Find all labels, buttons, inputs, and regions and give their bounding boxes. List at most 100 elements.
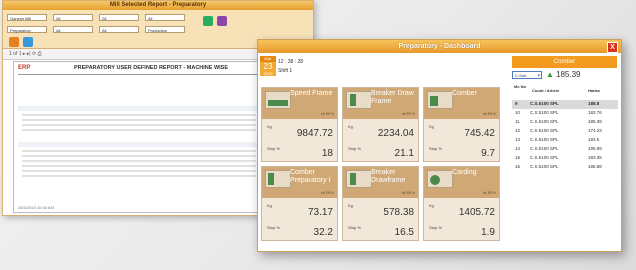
table-row[interactable]: 12 C.S.5100 SPL 174.23 bbox=[512, 127, 618, 136]
tile-name: Breaker Drawframe bbox=[371, 169, 406, 184]
dept-select[interactable]: Preparatory bbox=[7, 26, 47, 33]
table-row[interactable]: 14 C.S.5100 SPL 185.99 bbox=[512, 145, 618, 154]
kg-label: Kg bbox=[429, 203, 434, 208]
table-row[interactable]: 11 C.S.5100 SPL 185.39 bbox=[512, 118, 618, 127]
tile-breaker-draw-frame[interactable]: Breaker Draw Frame ## Eff % Kg 2234.04 S… bbox=[342, 87, 419, 162]
row-mc: 9 bbox=[515, 101, 518, 106]
row-count: C.S.5100 SPL bbox=[530, 164, 559, 169]
table-row[interactable]: 16 C.S.5100 SPL 185.88 bbox=[512, 163, 618, 172]
machine-type-select[interactable]: All bbox=[53, 26, 93, 33]
comber-prep-icon bbox=[265, 170, 291, 188]
row-value: 188.8 bbox=[588, 101, 600, 106]
row-mc: 11 bbox=[515, 119, 520, 124]
stop-label: Stop % bbox=[267, 225, 280, 230]
table-row bbox=[22, 155, 256, 157]
stop-value: 32.2 bbox=[313, 227, 333, 238]
table-row bbox=[22, 175, 256, 177]
row-count: C.S.5100 SPL bbox=[530, 128, 559, 133]
stop-label: Stop % bbox=[429, 225, 442, 230]
date-day: 23 bbox=[263, 62, 273, 71]
date-badge: Mar 23 2015 bbox=[260, 56, 276, 76]
table-row bbox=[22, 165, 256, 167]
row-mc: 13 bbox=[515, 137, 521, 142]
tile-header: Carding ## Eff % bbox=[424, 167, 499, 198]
kg-label: Kg bbox=[267, 124, 272, 129]
report-select[interactable]: Production bbox=[145, 26, 185, 33]
shift-select[interactable]: All bbox=[145, 14, 185, 21]
close-button[interactable]: X bbox=[607, 42, 618, 53]
tile-header: Speed Frame ## Eff % bbox=[262, 88, 337, 119]
table-row bbox=[22, 124, 256, 126]
row-count: C.S.5100 SPL bbox=[530, 146, 559, 151]
table-row[interactable]: 9 C.S.5100 SPL 188.8 bbox=[512, 100, 618, 109]
shift-label: Shift 1 bbox=[278, 68, 293, 74]
dashboard-title: Preparatory - Dashboard bbox=[398, 43, 481, 50]
row-mc: 15 bbox=[515, 155, 521, 160]
refresh-icon[interactable] bbox=[9, 37, 19, 47]
tile-eff: ## Eff % bbox=[320, 191, 334, 195]
draw-frame-icon bbox=[346, 91, 372, 109]
tile-eff: ## Eff % bbox=[482, 191, 496, 195]
tile-name: Comber Preparatory I bbox=[290, 169, 331, 184]
report-table-header bbox=[18, 142, 260, 147]
stop-value: 1.9 bbox=[481, 227, 495, 238]
table-row bbox=[22, 129, 256, 131]
comber-icon bbox=[427, 91, 453, 109]
export-icon[interactable] bbox=[217, 16, 227, 26]
from-select[interactable]: 28 bbox=[53, 14, 93, 21]
tile-header: Breaker Drawframe ## Eff % bbox=[343, 167, 418, 198]
row-mc: 14 bbox=[515, 146, 521, 151]
row-mc: 12 bbox=[515, 128, 521, 133]
tile-name: Speed Frame bbox=[290, 90, 333, 97]
run-report-icon[interactable] bbox=[203, 16, 213, 26]
to-select[interactable]: 28 bbox=[99, 14, 139, 21]
row-value: 185.39 bbox=[588, 119, 602, 124]
tile-comber[interactable]: Comber ## Eff % Kg 745.42 Stop % 9.7 bbox=[423, 87, 500, 162]
row-mc: 16 bbox=[515, 164, 521, 169]
stop-label: Stop % bbox=[348, 146, 361, 151]
col-header: Hanks bbox=[588, 88, 601, 93]
row-value: 183.35 bbox=[588, 155, 602, 160]
table-row bbox=[22, 119, 256, 121]
report-logo: ERP bbox=[18, 65, 31, 71]
row-count: C.S.5100 SPL bbox=[530, 110, 559, 115]
tile-carding[interactable]: Carding ## Eff % Kg 1405.72 Stop % 1.9 bbox=[423, 166, 500, 241]
carding-icon bbox=[427, 170, 453, 188]
mill-select[interactable]: Ganesh Mill bbox=[7, 14, 47, 21]
kg-value: 578.38 bbox=[383, 207, 414, 218]
machine-select[interactable]: All bbox=[99, 26, 139, 33]
stop-label: Stop % bbox=[267, 146, 280, 151]
side-panel-header: Comber bbox=[512, 56, 617, 68]
row-count: C.S.5100 SPL bbox=[530, 137, 559, 142]
row-count: C.S.5100 SPL bbox=[530, 155, 559, 160]
report-footer: 28/3/2015 10:40 AM bbox=[18, 205, 54, 210]
kg-value: 1405.72 bbox=[458, 207, 495, 218]
table-row[interactable]: 15 C.S.5100 SPL 183.35 bbox=[512, 154, 618, 163]
dashboard-window: Preparatory - Dashboard X Mar 23 2015 12… bbox=[257, 39, 622, 252]
print-icon[interactable] bbox=[23, 37, 33, 47]
stop-value: 18 bbox=[321, 148, 333, 159]
tile-header: Breaker Draw Frame ## Eff % bbox=[343, 88, 418, 119]
kg-value: 9847.72 bbox=[296, 128, 333, 139]
report-table-header bbox=[18, 106, 260, 111]
stop-label: Stop % bbox=[429, 146, 442, 151]
table-row[interactable]: 10 C.S.5100 SPL 183.76 bbox=[512, 109, 618, 118]
table-row bbox=[22, 114, 256, 116]
dashboard-titlebar: Preparatory - Dashboard X bbox=[258, 40, 621, 53]
stop-value: 9.7 bbox=[481, 148, 495, 159]
date-year: 2015 bbox=[263, 71, 273, 76]
tile-breaker-drawframe[interactable]: Breaker Drawframe ## Eff % Kg 578.38 Sto… bbox=[342, 166, 419, 241]
tile-eff: ## Eff % bbox=[401, 191, 415, 195]
clock-time: 12 : 38 : 28 bbox=[278, 59, 304, 65]
stop-value: 16.5 bbox=[394, 227, 414, 238]
kg-label: Kg bbox=[267, 203, 272, 208]
tile-name: Carding bbox=[452, 169, 477, 176]
divider bbox=[18, 74, 260, 75]
machine-combo[interactable]: C-Sub bbox=[512, 71, 542, 80]
table-row[interactable]: 13 C.S.5100 SPL 183.5 bbox=[512, 136, 618, 145]
tile-speed-frame[interactable]: Speed Frame ## Eff % Kg 9847.72 Stop % 1… bbox=[261, 87, 338, 162]
report-viewer: ERP PREPARATORY USER DEFINED REPORT - MA… bbox=[13, 61, 265, 213]
stop-value: 21.1 bbox=[394, 148, 414, 159]
table-row bbox=[22, 170, 256, 172]
tile-comber-preparatory[interactable]: Comber Preparatory I ## Eff % Kg 73.17 S… bbox=[261, 166, 338, 241]
